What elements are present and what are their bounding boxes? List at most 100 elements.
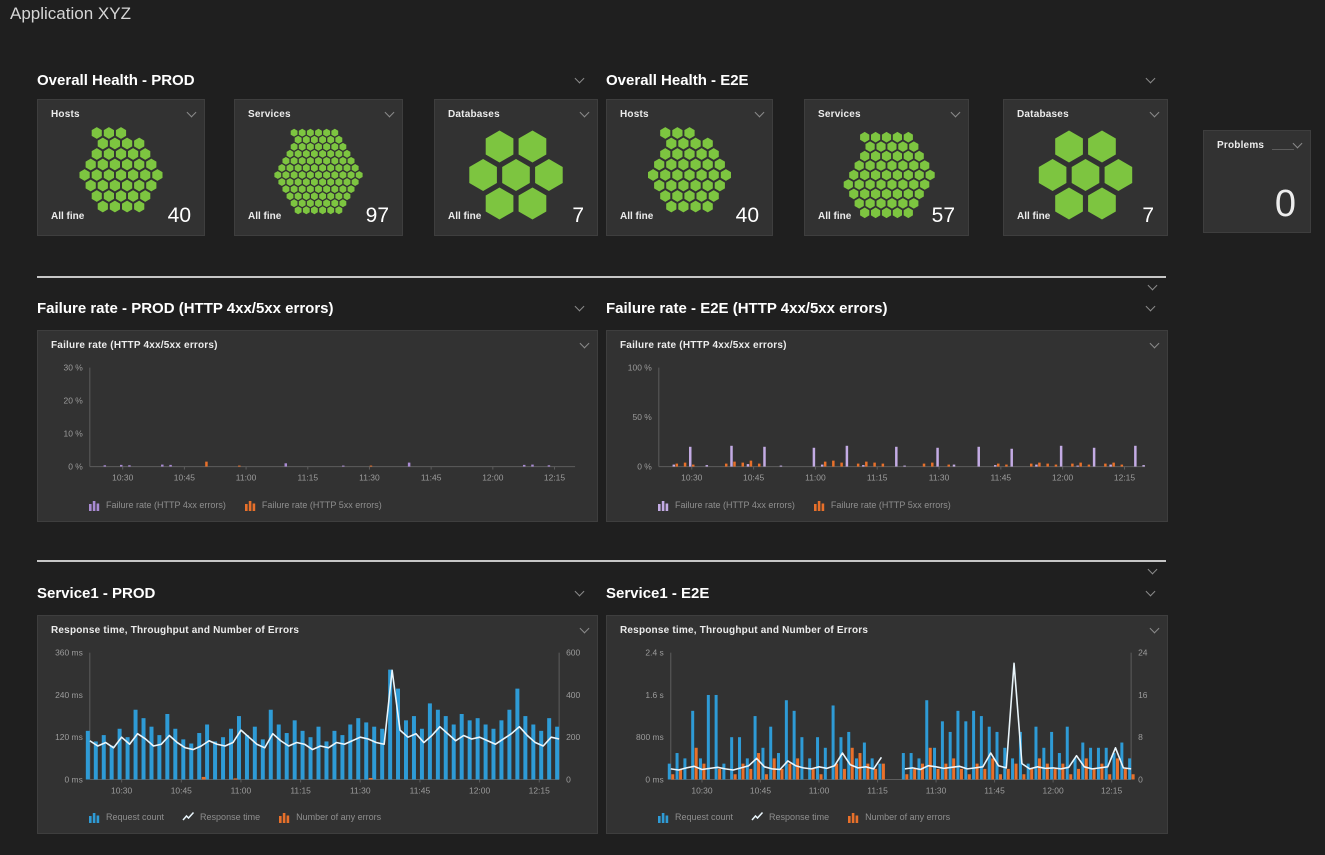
hexagon-healthy[interactable] xyxy=(684,190,694,202)
hexagon-healthy[interactable] xyxy=(311,206,318,214)
hexagon-healthy[interactable] xyxy=(283,185,290,193)
hexagon-healthy[interactable] xyxy=(311,192,318,200)
hexagon-healthy[interactable] xyxy=(116,190,126,202)
hexagon-healthy[interactable] xyxy=(356,171,363,179)
hexagon-healthy[interactable] xyxy=(691,159,701,171)
hexagon-healthy[interactable] xyxy=(660,148,670,160)
hexagon-healthy[interactable] xyxy=(331,199,338,207)
hexagon-healthy[interactable] xyxy=(283,171,290,179)
hexagon-healthy[interactable] xyxy=(849,170,858,181)
hexagon-healthy[interactable] xyxy=(348,157,355,165)
hexagon-healthy[interactable] xyxy=(278,178,285,186)
chevron-down-icon[interactable] xyxy=(1148,339,1160,351)
hexagon-healthy[interactable] xyxy=(660,127,670,139)
hexagon-healthy[interactable] xyxy=(303,178,310,186)
legend-item[interactable]: Response time xyxy=(751,811,829,823)
hexagon-healthy[interactable] xyxy=(691,201,701,213)
hexagon-healthy[interactable] xyxy=(116,169,126,181)
hexagon-healthy[interactable] xyxy=(887,198,896,209)
hexagon-healthy[interactable] xyxy=(1088,188,1116,220)
hexagon-healthy[interactable] xyxy=(110,159,120,171)
hexagon-healthy[interactable] xyxy=(323,171,330,179)
hexagon-healthy[interactable] xyxy=(703,159,713,171)
hexagon-healthy[interactable] xyxy=(307,199,314,207)
hexagon-healthy[interactable] xyxy=(871,151,880,162)
hexagon-healthy[interactable] xyxy=(315,171,322,179)
hexagon-healthy[interactable] xyxy=(134,180,144,192)
hexagon-healthy[interactable] xyxy=(287,178,294,186)
hexagon-healthy[interactable] xyxy=(882,208,891,219)
chevron-down-icon[interactable] xyxy=(578,108,590,120)
chevron-down-icon[interactable] xyxy=(1144,587,1156,599)
hexagon-healthy[interactable] xyxy=(315,199,322,207)
chevron-down-icon[interactable] xyxy=(1146,565,1158,577)
hexagon-healthy[interactable] xyxy=(80,169,90,181)
hexagon-healthy[interactable] xyxy=(307,129,314,137)
hexagon-healthy[interactable] xyxy=(86,180,96,192)
hexagon-healthy[interactable] xyxy=(898,141,907,152)
hexagon-healthy[interactable] xyxy=(666,159,676,171)
hexagon-healthy[interactable] xyxy=(893,189,902,200)
hexagon-healthy[interactable] xyxy=(116,127,126,139)
hexagon-healthy[interactable] xyxy=(319,192,326,200)
hexagon-healthy[interactable] xyxy=(315,185,322,193)
hexagon-healthy[interactable] xyxy=(672,169,682,181)
hexagon-healthy[interactable] xyxy=(122,138,132,150)
hexagon-healthy[interactable] xyxy=(648,169,658,181)
chevron-down-icon[interactable] xyxy=(1148,624,1160,636)
chevron-down-icon[interactable] xyxy=(578,624,590,636)
hexagon-healthy[interactable] xyxy=(1088,131,1116,163)
hexagon-healthy[interactable] xyxy=(110,180,120,192)
hexagon-healthy[interactable] xyxy=(134,201,144,213)
hexagon-healthy[interactable] xyxy=(331,129,338,137)
hexagon-healthy[interactable] xyxy=(703,201,713,213)
hexagon-healthy[interactable] xyxy=(871,170,880,181)
hexagon-healthy[interactable] xyxy=(709,190,719,202)
hexagon-healthy[interactable] xyxy=(134,159,144,171)
hexagon-healthy[interactable] xyxy=(915,151,924,162)
hexagon-healthy[interactable] xyxy=(691,180,701,192)
hexagon-healthy[interactable] xyxy=(274,171,281,179)
hexagon-healthy[interactable] xyxy=(860,132,869,143)
hexagon-healthy[interactable] xyxy=(697,190,707,202)
hexagon-healthy[interactable] xyxy=(684,169,694,181)
tile-hosts-e2e[interactable]: Hosts All fine 40 xyxy=(606,99,773,236)
hexagon-healthy[interactable] xyxy=(323,199,330,207)
hexagon-healthy[interactable] xyxy=(678,159,688,171)
hexagon-healthy[interactable] xyxy=(295,178,302,186)
hexagon-healthy[interactable] xyxy=(909,160,918,171)
hexagon-healthy[interactable] xyxy=(303,192,310,200)
chevron-down-icon[interactable] xyxy=(1146,281,1158,293)
hexagon-healthy[interactable] xyxy=(877,141,886,152)
hexagon-healthy[interactable] xyxy=(335,164,342,172)
hexagon-healthy[interactable] xyxy=(323,185,330,193)
hexagon-healthy[interactable] xyxy=(128,148,138,160)
hexagon-healthy[interactable] xyxy=(678,138,688,150)
hexagon-healthy[interactable] xyxy=(915,189,924,200)
hexagon-healthy[interactable] xyxy=(893,132,902,143)
hexagon-healthy[interactable] xyxy=(92,127,102,139)
hexagon-healthy[interactable] xyxy=(340,143,347,151)
hexagon-healthy[interactable] xyxy=(672,127,682,139)
hexagon-healthy[interactable] xyxy=(909,198,918,209)
legend-item[interactable]: Number of any errors xyxy=(278,811,381,823)
hexagon-healthy[interactable] xyxy=(287,192,294,200)
tile-failure-rate-e2e[interactable]: 0 %50 %100 %10:3010:4511:0011:1511:3011:… xyxy=(606,330,1168,522)
legend-item[interactable]: Number of any errors xyxy=(847,811,950,823)
hexagon-healthy[interactable] xyxy=(352,178,359,186)
chevron-down-icon[interactable] xyxy=(949,108,961,120)
hexagon-healthy[interactable] xyxy=(122,201,132,213)
hexagon-healthy[interactable] xyxy=(860,189,869,200)
hexagon-healthy[interactable] xyxy=(344,150,351,158)
hexagon-healthy[interactable] xyxy=(855,179,864,190)
hexagon-healthy[interactable] xyxy=(871,132,880,143)
hexagon-healthy[interactable] xyxy=(871,189,880,200)
hexagon-healthy[interactable] xyxy=(307,157,314,165)
legend-item[interactable]: Response time xyxy=(182,811,260,823)
chevron-down-icon[interactable] xyxy=(753,108,765,120)
tile-services-e2e[interactable]: Services All fine 57 xyxy=(804,99,969,236)
hexagon-healthy[interactable] xyxy=(311,164,318,172)
hexagon-healthy[interactable] xyxy=(866,160,875,171)
hexagon-healthy[interactable] xyxy=(352,164,359,172)
hexagon-healthy[interactable] xyxy=(672,190,682,202)
